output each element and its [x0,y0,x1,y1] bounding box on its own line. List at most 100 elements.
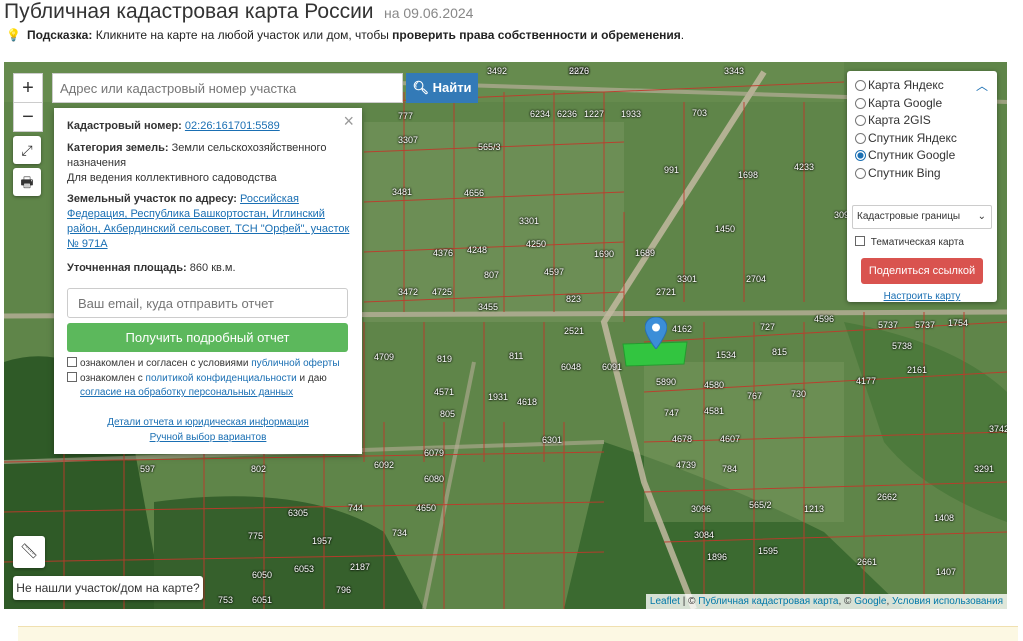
privacy-link[interactable]: политикой конфиденциальности [146,373,297,384]
consent-privacy-mid: и даю [296,373,327,384]
parcel-number-label: 6053 [294,564,315,574]
layer-option[interactable]: Карта Яндекс [855,77,944,94]
attrib-sep1: | © [679,596,699,607]
consent-privacy-row: ознакомлен с политикой конфиденциальност… [67,372,352,400]
parcel-number-label: 727 [760,322,776,332]
parcel-number-label: 4656 [464,188,485,198]
layer-option-label: Спутник Google [868,148,956,162]
layer-radio[interactable] [855,97,866,109]
layer-option[interactable]: Спутник Яндекс [855,130,957,147]
parcel-info-panel: × Кадастровый номер: 02:26:161701:5589 К… [54,108,362,454]
cadastral-number-link[interactable]: 02:26:161701:5589 [185,120,280,132]
land-use: Для ведения коллективного садоводства [67,172,277,184]
personal-data-link[interactable]: согласие на обработку персональных данны… [67,387,293,398]
parcel-number-label: 3481 [392,187,413,197]
pkk-link[interactable]: Публичная кадастровая карта [698,596,838,607]
layer-option-label: Карта 2GIS [868,113,931,127]
parcel-number-label: 4233 [794,162,815,172]
hint-bold: проверить права собственности и обремене… [392,28,681,42]
parcel-number-label: 2704 [746,274,767,284]
parcel-number-label: 1227 [584,109,605,119]
parcel-number-label: 565/3 [478,142,501,152]
parcel-number-label: 805 [440,409,456,419]
layer-radio[interactable] [855,150,866,161]
offer-link[interactable]: публичной оферты [251,358,339,369]
consent-privacy-text: ознакомлен с [80,373,146,384]
layer-radio[interactable] [855,167,866,179]
parcel-number-label: 2187 [350,562,371,572]
parcel-number-label: 4571 [434,387,455,397]
cadastral-number-row: Кадастровый номер: 02:26:161701:5589 [67,119,352,134]
ruler-button[interactable]: 📏︎ [13,536,45,568]
parcel-number-label: 2721 [656,287,677,297]
parcel-number-label: 1689 [635,248,656,258]
parcel-number-label: 1698 [738,170,759,180]
layer-option[interactable]: Карта 2GIS [855,112,931,129]
page-title: Публичная кадастровая карта России [4,0,374,23]
layer-option[interactable]: Спутник Bing [855,165,941,182]
page-date: на 09.06.2024 [383,5,474,21]
parcel-number-label: 2662 [877,492,898,502]
not-found-button[interactable]: Не нашли участок/дом на карте? [13,576,203,600]
parcel-number-label: 4607 [720,434,741,444]
search-input[interactable] [52,73,403,103]
parcel-number-label: 4177 [856,376,877,386]
privacy-checkbox[interactable] [67,372,77,382]
overlay-select[interactable]: Кадастровые границы ⌄ [852,205,992,229]
area-label: Уточненная площадь: [67,262,187,274]
report-details-link[interactable]: Детали отчета и юридическая информация [54,417,362,428]
parcel-number-label: 5890 [656,377,677,387]
parcel-number-label: 4597 [544,267,565,277]
thematic-checkbox[interactable] [855,236,865,246]
parcel-number-label: 597 [140,464,156,474]
print-button[interactable]: 🖶 [13,168,41,196]
parcel-number-label: 1450 [715,224,736,234]
layer-option-label: Спутник Bing [868,165,941,180]
parcel-number-label: 747 [664,408,680,418]
chevron-down-icon: ⌄ [977,211,986,222]
location-marker-icon[interactable] [645,317,667,349]
zoom-in-button[interactable]: + [13,73,43,103]
parcel-number-label: 4376 [433,248,454,258]
manual-selection-link[interactable]: Ручной выбор вариантов [54,432,362,443]
layer-radio[interactable] [855,80,866,91]
parcel-number-label: 777 [398,111,414,121]
google-link[interactable]: Google [854,596,886,607]
parcel-number-label: 3084 [694,530,715,540]
layer-option-label: Карта Google [868,95,943,110]
parcel-number-label: 2661 [857,557,878,567]
page-header: Публичная кадастровая карта России на 09… [4,0,473,24]
expand-icon: ⤢ [21,142,33,158]
area-row: Уточненная площадь: 860 кв.м. [67,261,352,276]
configure-map-link[interactable]: Настроить карту [847,291,997,302]
layer-option[interactable]: Карта Google [855,95,942,112]
parcel-number-label: 3096 [691,504,712,514]
parcel-number-label: 3492 [487,66,508,76]
zoom-out-button[interactable]: − [13,102,43,132]
offer-checkbox[interactable] [67,357,77,367]
parcel-number-label: 3455 [478,302,499,312]
parcel-number-label: 819 [437,354,453,364]
share-link-button[interactable]: Поделиться ссылкой [861,258,983,284]
fullscreen-button[interactable]: ⤢ [13,136,41,164]
leaflet-link[interactable]: Leaflet [650,596,680,607]
parcel-number-label: 6234 [530,109,551,119]
consent-offer-row: ознакомлен и согласен с условиями публич… [67,357,352,371]
thematic-map-row: Тематическая карта [855,236,964,248]
layer-radio[interactable] [855,115,866,126]
parcel-number-label: 3301 [677,274,698,284]
map[interactable]: 5820 3492 3343 777 3307 565/3 703 3481 991 1698 46… [4,62,1007,609]
layer-option[interactable]: Спутник Google [855,147,955,164]
get-report-button[interactable]: Получить подробный отчет [67,323,348,352]
parcel-number-label: 4580 [704,380,725,390]
lightbulb-icon: 💡 [6,28,21,42]
layer-radio[interactable] [855,132,866,144]
search-button[interactable]: 🔍︎ Найти [406,73,478,103]
parcel-number-label: 565/2 [749,500,772,510]
parcel-number-label: 4739 [676,460,697,470]
email-input[interactable] [67,288,348,318]
chevron-up-icon[interactable]: ︿ [976,77,988,94]
parcel-number-label: 5737 [878,320,899,330]
parcel-number-label: 3343 [724,66,745,76]
terms-link[interactable]: Условия использования [892,596,1003,607]
